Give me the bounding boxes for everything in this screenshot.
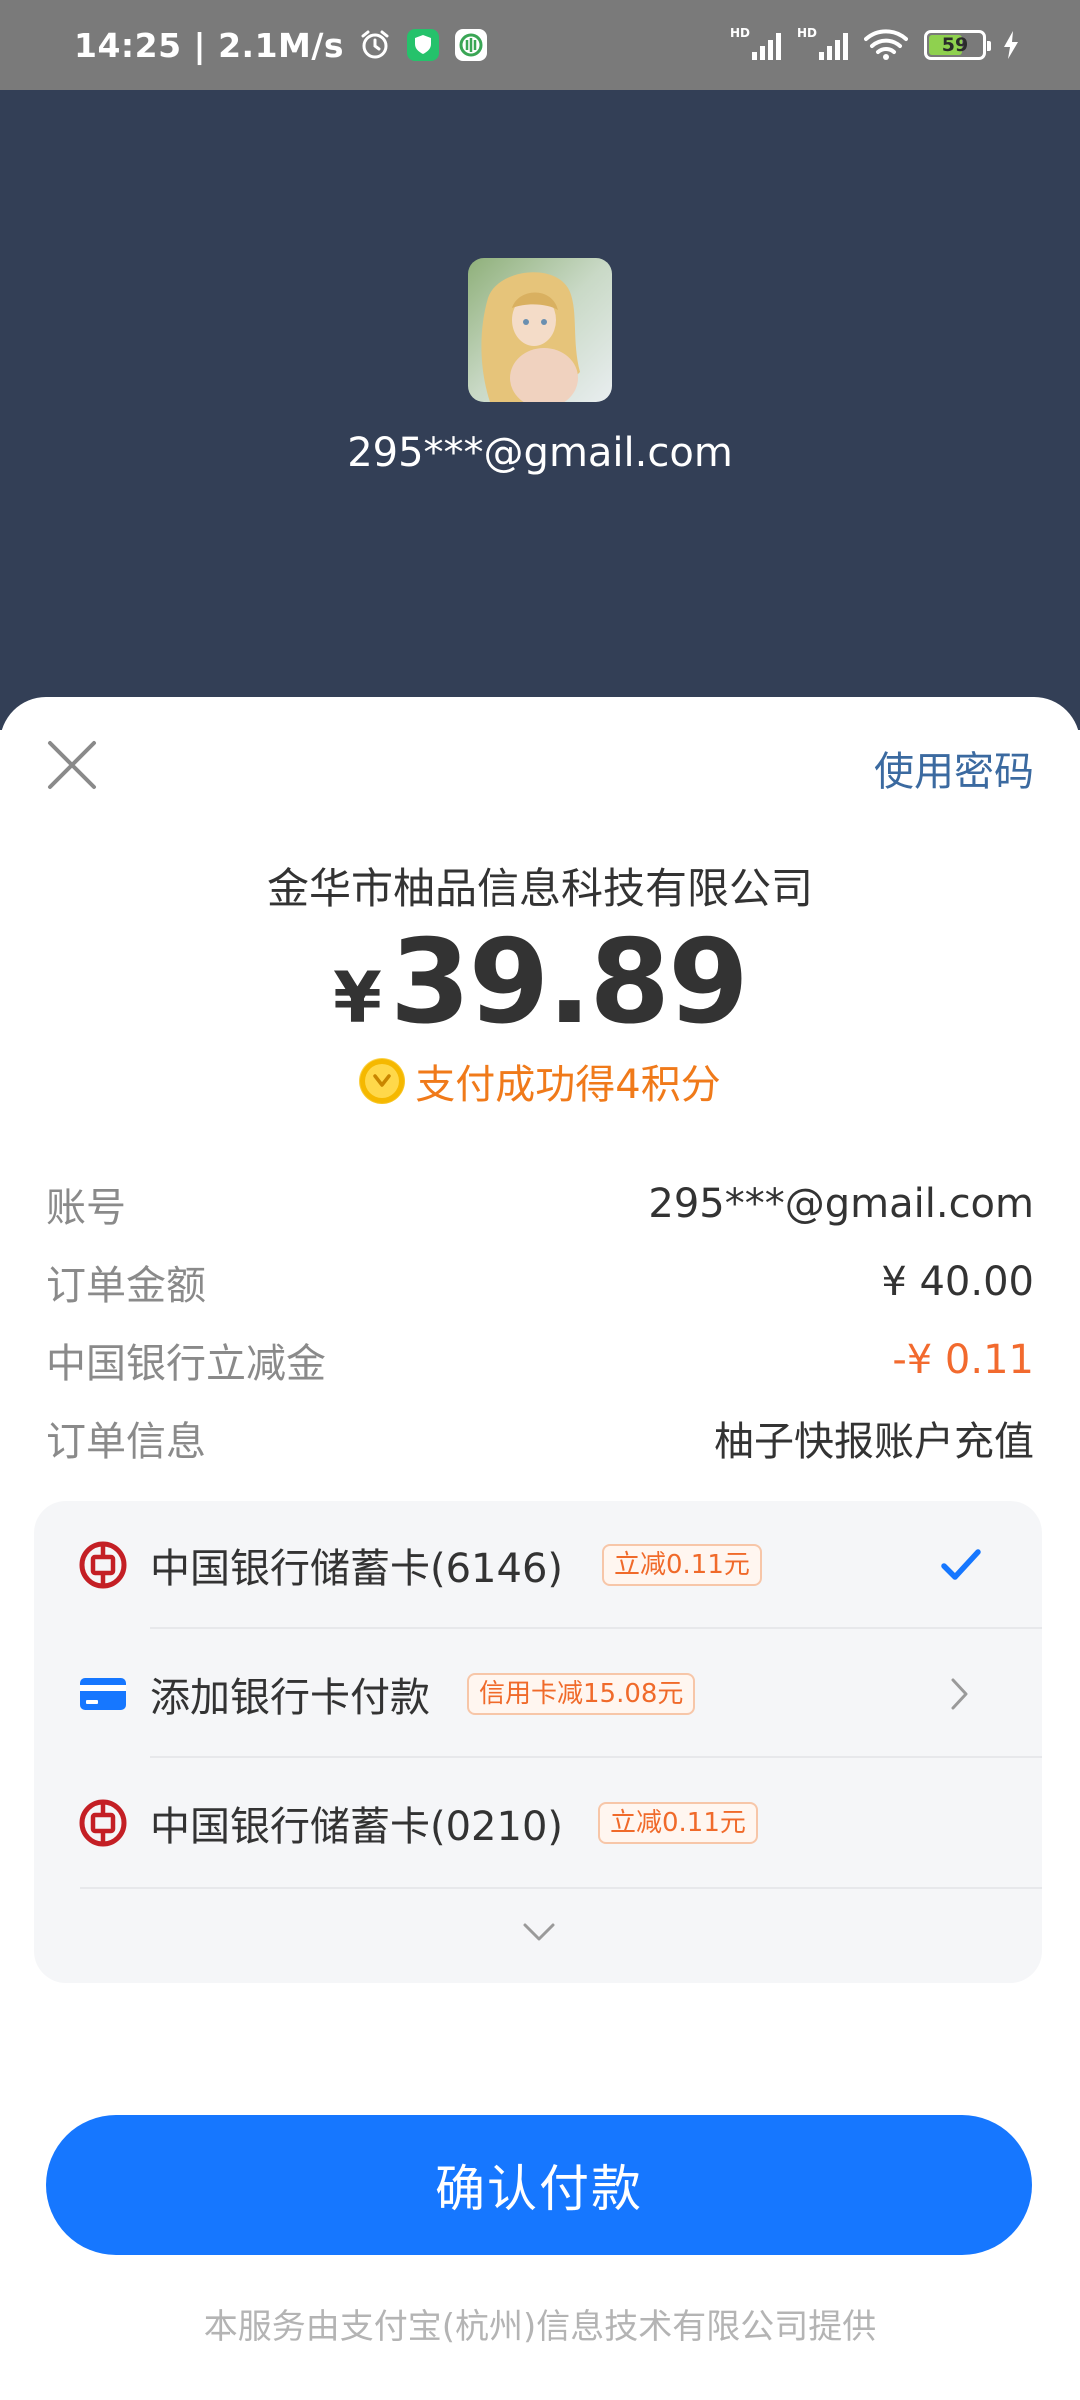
promo-badge: 信用卡减15.08元: [467, 1673, 696, 1715]
status-bar: 14:25 | 2.1M/s HD HD 59: [0, 0, 1080, 90]
payment-amount: ¥ 39.89: [0, 915, 1080, 1050]
currency-symbol: ¥: [333, 957, 382, 1039]
info-value-discount: -¥ 0.11: [892, 1337, 1034, 1383]
wifi-icon: [864, 29, 908, 60]
use-password-link[interactable]: 使用密码: [874, 739, 1034, 797]
expand-more-methods[interactable]: [34, 1887, 1042, 1983]
payment-method-add-card[interactable]: 添加银行卡付款 信用卡减15.08元: [34, 1630, 1042, 1758]
signal-icon-2: HD: [797, 26, 848, 60]
info-value: ¥ 40.00: [881, 1259, 1034, 1305]
info-label: 中国银行立减金: [46, 1341, 326, 1387]
payment-method-boc-6146[interactable]: 中国银行储蓄卡(6146) 立减0.11元: [34, 1501, 1042, 1629]
bank-card-icon: [80, 1678, 126, 1710]
service-provider-note: 本服务由支付宝(杭州)信息技术有限公司提供: [203, 2307, 877, 2347]
info-row-account: 账号 295***@gmail.com: [46, 1165, 1034, 1243]
close-icon[interactable]: [44, 737, 100, 793]
chevron-right-icon: [951, 1678, 968, 1710]
battery-level: 59: [941, 34, 969, 56]
charging-icon: [1004, 31, 1018, 59]
info-label: 订单金额: [46, 1263, 206, 1309]
promo-badge: 立减0.11元: [598, 1802, 758, 1844]
signal-hd-label: HD: [730, 26, 751, 40]
bank-of-china-icon: [79, 1541, 127, 1589]
info-value: 295***@gmail.com: [648, 1181, 1034, 1227]
app-notification-icon: [455, 29, 488, 61]
merchant-name: 金华市柚品信息科技有限公司: [266, 864, 813, 913]
coin-icon: [359, 1058, 406, 1104]
order-info-list: 账号 295***@gmail.com 订单金额 ¥ 40.00 中国银行立减金…: [46, 1165, 1034, 1477]
status-time: 14:25 | 2.1M/s: [74, 25, 345, 65]
info-row-order-info: 订单信息 柚子快报账户充值: [46, 1399, 1034, 1477]
check-icon: [941, 1549, 981, 1580]
payment-method-name: 中国银行储蓄卡(6146): [150, 1546, 564, 1592]
amount-value: 39.89: [389, 915, 749, 1050]
signal-icon: HD: [730, 26, 781, 60]
bank-of-china-icon: [79, 1799, 127, 1847]
confirm-payment-button[interactable]: 确认付款: [46, 2115, 1032, 2255]
reward-banner: 支付成功得4积分: [0, 1052, 1080, 1110]
info-label: 订单信息: [46, 1419, 206, 1465]
payment-methods-card: 中国银行储蓄卡(6146) 立减0.11元 添加银行卡付款 信用卡减15.08元: [34, 1501, 1042, 1983]
info-value: 柚子快报账户充值: [714, 1419, 1034, 1465]
payment-method-name: 中国银行储蓄卡(0210): [150, 1804, 564, 1850]
payment-method-boc-0210[interactable]: 中国银行储蓄卡(0210) 立减0.11元: [34, 1759, 1042, 1887]
payee-account: 295***@gmail.com: [347, 430, 733, 476]
payment-method-name: 添加银行卡付款: [150, 1675, 430, 1721]
alarm-icon: [361, 30, 389, 59]
payment-sheet: 使用密码 金华市柚品信息科技有限公司 ¥ 39.89 支付成功得4积分 账号 2…: [0, 697, 1080, 2400]
payee-header: 295***@gmail.com: [0, 90, 1080, 730]
avatar: [468, 258, 612, 402]
battery-icon: 59: [924, 30, 991, 60]
security-shield-app-icon: [407, 29, 440, 61]
status-notification-icons: [358, 28, 488, 62]
signal-hd-label-2: HD: [797, 26, 818, 40]
reward-text: 支付成功得4积分: [415, 1062, 721, 1108]
chevron-down-icon: [523, 1923, 555, 1941]
status-system-icons: HD HD 59: [730, 26, 1020, 61]
info-row-bank-discount: 中国银行立减金 -¥ 0.11: [46, 1321, 1034, 1399]
info-row-order-amount: 订单金额 ¥ 40.00: [46, 1243, 1034, 1321]
info-label: 账号: [46, 1185, 126, 1231]
promo-badge: 立减0.11元: [602, 1544, 762, 1586]
